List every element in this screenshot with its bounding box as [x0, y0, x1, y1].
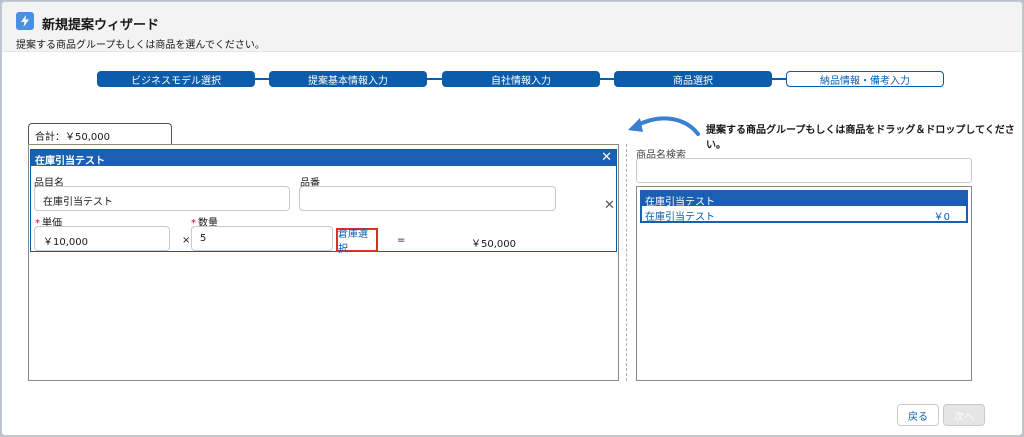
step-connector: [254, 78, 270, 80]
product-group[interactable]: 在庫引当テスト 在庫引当テスト ￥0: [640, 190, 968, 223]
bolt-icon: [16, 12, 34, 30]
step-connector: [771, 78, 787, 80]
product-list-panel: 在庫引当テスト 在庫引当テスト ￥0: [636, 186, 972, 381]
step-product-select[interactable]: 商品選択: [614, 71, 772, 87]
selected-items-panel: 在庫引当テスト ✕ 品目名 在庫引当テスト 品番 ✕ * 単価 ￥10,000 ×…: [28, 144, 619, 381]
step-company-info[interactable]: 自社情報入力: [442, 71, 600, 87]
page-subtitle: 提案する商品グループもしくは商品を選んでください。: [16, 40, 265, 51]
drag-arrow-icon: [628, 116, 700, 136]
wizard-modal: 新規提案ウィザード 提案する商品グループもしくは商品を選んでください。 ビジネス…: [1, 1, 1023, 436]
close-icon[interactable]: ✕: [601, 151, 612, 165]
part-no-field[interactable]: [299, 186, 556, 211]
page-title: 新規提案ウィザード: [42, 18, 160, 33]
step-connector: [599, 78, 615, 80]
drag-hint: 提案する商品グループもしくは商品をドラッグ＆ドロップしてください。: [706, 125, 1015, 151]
total-tab[interactable]: 合計：￥50,000: [28, 123, 172, 145]
step-delivery-info[interactable]: 納品情報・備考入力: [786, 71, 944, 87]
modal-header: 新規提案ウィザード 提案する商品グループもしくは商品を選んでください。: [2, 2, 1022, 52]
product-card: 在庫引当テスト ✕ 品目名 在庫引当テスト 品番 ✕ * 単価 ￥10,000 ×…: [30, 149, 617, 255]
warehouse-select-button[interactable]: 倉庫選択: [336, 228, 378, 255]
step-basic-info[interactable]: 提案基本情報入力: [269, 71, 427, 87]
multiply-sign: ×: [182, 235, 191, 246]
product-item-price: ￥0: [933, 212, 950, 223]
product-item-name[interactable]: 在庫引当テスト: [645, 208, 715, 223]
panel-divider: [626, 144, 627, 381]
line-subtotal: ￥50,000: [471, 239, 516, 250]
step-connector: [427, 78, 443, 80]
quantity-field[interactable]: 5: [191, 226, 333, 251]
unit-price-field[interactable]: ￥10,000: [34, 226, 170, 251]
item-name-field[interactable]: 在庫引当テスト: [34, 186, 290, 211]
step-business-model[interactable]: ビジネスモデル選択: [97, 71, 255, 87]
product-card-header: 在庫引当テスト ✕: [31, 150, 616, 167]
product-group-title[interactable]: 在庫引当テスト: [642, 192, 966, 208]
next-button[interactable]: 次へ: [943, 404, 985, 426]
equals-sign: =: [397, 235, 406, 246]
product-card-title: 在庫引当テスト: [35, 156, 105, 167]
remove-row-icon[interactable]: ✕: [604, 198, 615, 213]
back-button[interactable]: 戻る: [897, 404, 939, 426]
product-search-input[interactable]: [636, 158, 972, 183]
